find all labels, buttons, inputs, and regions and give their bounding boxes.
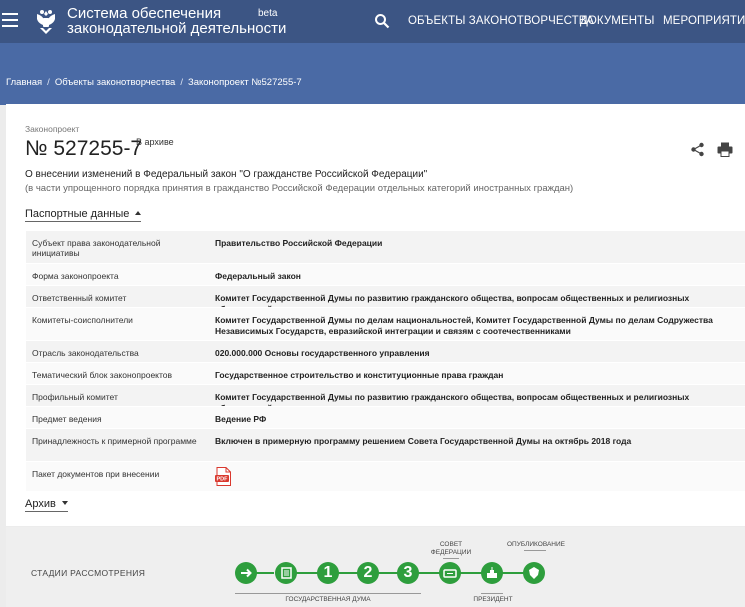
row-label: Принадлежность к примерной программе: [32, 436, 197, 446]
stage-president[interactable]: [481, 562, 503, 584]
archive-toggle[interactable]: Архив: [25, 498, 68, 512]
status-badge: В архиве: [136, 137, 174, 147]
stage-reading-2[interactable]: 2: [357, 562, 379, 584]
bill-title: О внесении изменений в Федеральный закон…: [25, 169, 428, 180]
stage-connector: [502, 572, 524, 574]
passport-toggle[interactable]: Паспортные данные: [25, 208, 142, 222]
stage-reading-1[interactable]: 1: [317, 562, 339, 584]
table-row: Предмет ведения Ведение РФ: [26, 406, 745, 428]
table-row: Тематический блок законопроектов Государ…: [26, 362, 745, 384]
emblem-logo[interactable]: [31, 6, 61, 36]
stage-connector: [338, 572, 358, 574]
top-bar: Система обеспечения законодательной деят…: [0, 0, 745, 43]
label-duma: ГОСУДАРСТВЕННАЯ ДУМА: [285, 596, 371, 603]
table-row: Отрасль законодательства 020.000.000 Осн…: [26, 340, 745, 362]
document-icon: [281, 567, 292, 579]
table-row: Форма законопроекта Федеральный закон: [26, 263, 745, 285]
duma-bracket: [235, 593, 421, 594]
stages-title: СТАДИИ РАССМОТРЕНИЯ: [31, 568, 146, 578]
share-icon[interactable]: [690, 142, 705, 157]
breadcrumb-objects[interactable]: Объекты законотворчества: [55, 77, 176, 88]
row-label: Тематический блок законопроектов: [32, 370, 173, 380]
row-label: Комитеты-соисполнители: [32, 315, 133, 325]
print-icon[interactable]: [717, 142, 733, 157]
row-label: Пакет документов при внесении: [32, 469, 160, 479]
row-value: Комитет Государственной Думы по делам на…: [215, 315, 713, 336]
row-value: Правительство Российской Федерации: [215, 238, 383, 248]
row-value: Государственное строительство и конститу…: [215, 370, 504, 380]
bill-kicker: Законопроект: [25, 124, 80, 134]
svg-text:PDF: PDF: [217, 477, 229, 483]
stage-connector: [460, 572, 482, 574]
building-icon: [487, 567, 497, 578]
emblem-icon: [529, 567, 539, 579]
label-tick: [443, 558, 459, 559]
stage-connector: [296, 572, 318, 574]
label-council: СОВЕТ ФЕДЕРАЦИИ: [430, 541, 472, 556]
nav-legislative-objects[interactable]: ОБЪЕКТЫ ЗАКОНОТВОРЧЕСТВА: [408, 15, 594, 27]
council-icon: [443, 569, 457, 578]
pdf-icon[interactable]: PDF: [215, 467, 232, 486]
row-label: Отрасль законодательства: [32, 348, 139, 358]
nav-documents[interactable]: ДОКУМЕНТЫ: [580, 15, 655, 27]
bill-subtitle: (в части упрощенного порядка принятия в …: [25, 183, 574, 194]
breadcrumb-home[interactable]: Главная: [6, 77, 42, 88]
row-label: Предмет ведения: [32, 414, 102, 424]
breadcrumb-current[interactable]: Законопроект №527255-7: [188, 77, 302, 88]
brand-line-2: законодательной деятельности: [67, 20, 287, 37]
table-row: Комитеты-соисполнители Комитет Государст…: [26, 307, 745, 340]
table-row: Субъект права законодательной инициативы…: [26, 230, 745, 263]
stage-submission[interactable]: [235, 562, 257, 584]
title-band: [0, 43, 745, 105]
nav-events[interactable]: МЕРОПРИЯТИЯ: [663, 15, 745, 27]
label-tick: [481, 593, 503, 594]
row-value: 020.000.000 Основы государственного упра…: [215, 348, 430, 358]
row-label: Профильный комитет: [32, 392, 118, 402]
label-publication: ОПУБЛИКОВАНИЕ: [507, 541, 565, 548]
label-tick: [524, 550, 546, 551]
arrow-right-icon: [241, 568, 252, 578]
passport-heading: Паспортные данные: [25, 208, 130, 220]
passport-table: Субъект права законодательной инициативы…: [26, 230, 745, 491]
table-row: Пакет документов при внесении PDF: [26, 461, 745, 491]
menu-icon[interactable]: [2, 13, 18, 27]
archive-heading: Архив: [25, 498, 56, 510]
table-row: Ответственный комитет Комитет Государств…: [26, 285, 745, 314]
brand-line-1: Система обеспечения: [67, 5, 222, 22]
row-label: Субъект права законодательной инициативы: [32, 238, 161, 258]
table-row: Принадлежность к примерной программе Вкл…: [26, 428, 745, 461]
stage-connector: [256, 572, 274, 574]
caret-up-icon: [135, 211, 142, 215]
stage-reading-3[interactable]: 3: [397, 562, 419, 584]
row-value: Федеральный закон: [215, 271, 301, 281]
stage-publication[interactable]: [523, 562, 545, 584]
row-label: Форма законопроекта: [32, 271, 119, 281]
stage-preliminary[interactable]: [275, 562, 297, 584]
bill-number: № 527255-7: [25, 137, 143, 160]
stage-connector: [418, 572, 440, 574]
breadcrumb: Главная / Объекты законотворчества / Законоп…: [6, 77, 302, 88]
label-president: ПРЕЗИДЕНТ: [473, 596, 513, 603]
search-icon[interactable]: [374, 13, 390, 29]
row-value: Ведение РФ: [215, 414, 267, 424]
row-label: Ответственный комитет: [32, 293, 127, 303]
row-value: Включен в примерную программу решением С…: [215, 436, 632, 446]
stage-connector: [378, 572, 398, 574]
brand-title[interactable]: Система обеспечения законодательной деят…: [67, 6, 286, 36]
stage-federation-council[interactable]: [439, 562, 461, 584]
caret-down-icon: [61, 501, 68, 505]
table-row: Профильный комитет Комитет Государственн…: [26, 384, 745, 413]
beta-label: beta: [258, 8, 278, 19]
